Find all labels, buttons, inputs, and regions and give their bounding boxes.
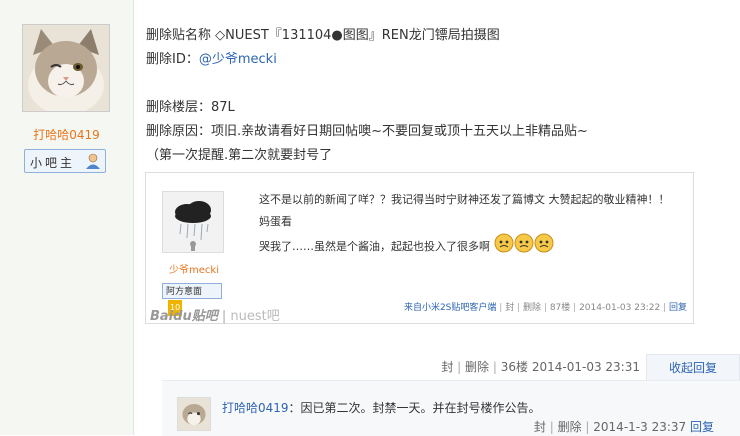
sep: | <box>663 303 667 313</box>
delete-link[interactable]: 删除 <box>465 360 489 374</box>
sep: | <box>499 303 503 313</box>
reply-text: ：因已第二次。封禁一天。并在封号楼作公告。 <box>288 401 541 415</box>
quoted-footer: 来自小米2S贴吧客户端 | 封 | 删除 | 87楼 | 2014-01-03 … <box>404 300 687 313</box>
reply-time: 2014-1-3 23:37 <box>593 420 687 434</box>
moderator-badge[interactable]: 小吧主 <box>24 149 106 173</box>
reply-list: 打哈哈0419：因已第二次。封禁一天。并在封号楼作公告。 封 | 删除 | 20… <box>162 380 740 436</box>
angry-emoji-icon <box>494 233 554 261</box>
title-prefix: 删除贴名称 <box>146 28 212 43</box>
quoted-screenshot: 少爷mecki 阿方意面 10 这不是以前的新闻了咩？？我记得当时宁财神还发了篇… <box>145 172 694 324</box>
watermark-brand: Baidu贴吧 <box>150 309 218 324</box>
cat-avatar-icon <box>23 25 109 111</box>
quoted-source: 来自小米2S贴吧客户端 <box>403 303 497 313</box>
post-time: 2014-01-03 23:31 <box>531 360 640 374</box>
quoted-text-line1: 这不是以前的新闻了咩？？我记得当时宁财神还发了篇博文 大赞起起的敬业精神！！ 妈… <box>259 193 670 228</box>
quoted-badge: 阿方意面 10 <box>162 283 222 316</box>
quoted-floor: 87楼 <box>549 303 571 313</box>
quoted-author: 少爷mecki 阿方意面 10 <box>162 191 226 316</box>
post-content: 删除贴名称 ◇NUEST『131104●图图』REN龙门镖局拍摄图 删除ID：@… <box>146 24 588 168</box>
quoted-ban: 封 <box>505 303 515 313</box>
quoted-text: 这不是以前的新闻了咩？？我记得当时宁财神还发了篇博文 大赞起起的敬业精神！！ 妈… <box>259 189 679 261</box>
badge-label: 小吧主 <box>30 156 76 170</box>
quoted-time: 2014-01-03 23:22 <box>579 303 661 313</box>
deleted-post-title: 删除贴名称 ◇NUEST『131104●图图』REN龙门镖局拍摄图 <box>146 24 588 48</box>
deleted-id-line: 删除ID：@少爷mecki <box>146 48 588 72</box>
reply-avatar[interactable] <box>177 397 211 431</box>
baidu-watermark: Baidu贴吧 | nuest吧 <box>150 305 280 324</box>
quoted-username[interactable]: 少爷mecki <box>162 261 226 276</box>
reply-ban-link[interactable]: 封 <box>534 420 546 434</box>
ban-link[interactable]: 封 <box>441 360 453 374</box>
user-icon <box>84 152 102 173</box>
deleted-reason-line: 删除原因：项旧.亲故请看好日期回帖噢~不要回复或顶十五天以上非精品贴~ <box>146 124 588 139</box>
reply-meta: 封 | 删除 | 2014-1-3 23:37 回复 <box>533 420 714 434</box>
rain-cloud-icon <box>163 192 223 252</box>
author-sidebar: 打哈哈0419 小吧主 <box>0 0 134 435</box>
quoted-avatar <box>162 191 224 253</box>
sep: | <box>221 309 227 324</box>
sep: | <box>573 303 577 313</box>
sep: | <box>517 303 521 313</box>
reply-content: 打哈哈0419：因已第二次。封禁一天。并在封号楼作公告。 <box>222 399 541 416</box>
quoted-badge-label: 阿方意面 <box>166 287 203 297</box>
title-text: ◇NUEST『131104●图图』REN龙门镖局拍摄图 <box>215 28 500 43</box>
user-mention-link[interactable]: @少爷mecki <box>199 52 277 67</box>
watermark-bar: nuest吧 <box>230 309 280 324</box>
author-name[interactable]: 打哈哈0419 <box>0 126 133 143</box>
post-tail: 封 | 删除 | 36楼 2014-01-03 23:31 收起回复 <box>146 354 740 382</box>
warning-line: （第一次提醒.第二次就要封号了 <box>146 148 333 163</box>
floor-number: 36楼 <box>500 360 529 374</box>
deleted-floor-line: 删除楼层：87L <box>146 100 235 115</box>
sep: | <box>543 303 547 313</box>
cat-avatar-icon <box>178 398 210 430</box>
reply-button[interactable]: 回复 <box>690 420 714 434</box>
reply-delete-link[interactable]: 删除 <box>558 420 582 434</box>
author-avatar[interactable] <box>22 24 110 112</box>
quoted-delete: 删除 <box>523 303 542 313</box>
post-meta: 封 | 删除 | 36楼 2014-01-03 23:31 <box>441 360 640 374</box>
reply-username[interactable]: 打哈哈0419 <box>222 401 289 415</box>
quoted-text-line2: 哭我了……虽然是个酱油，起起也投入了很多啊 <box>259 233 679 261</box>
quoted-reply: 回复 <box>668 303 687 313</box>
id-label: 删除ID： <box>146 52 199 67</box>
collapse-replies-button[interactable]: 收起回复 <box>646 354 740 381</box>
